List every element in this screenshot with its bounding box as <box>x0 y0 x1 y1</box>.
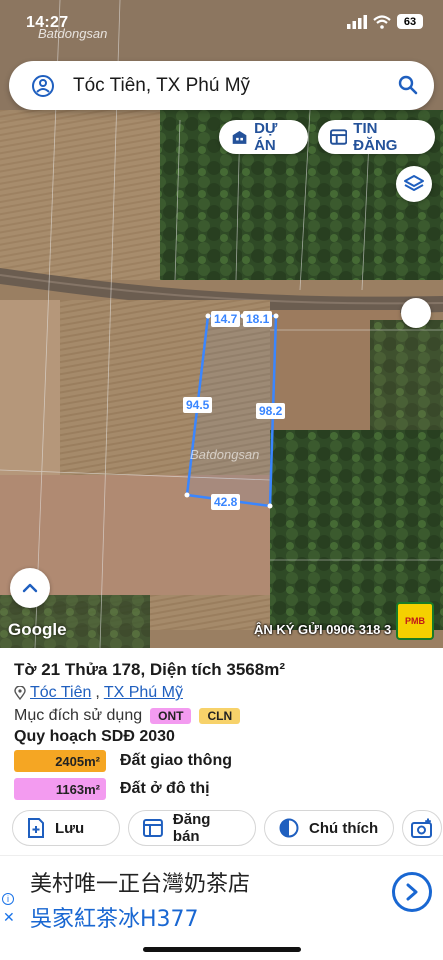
layers-icon <box>404 175 424 191</box>
expand-up-button[interactable] <box>10 568 50 608</box>
dimension-top-left: 14.7 <box>211 311 241 327</box>
legend-button[interactable]: Chú thích <box>264 810 394 846</box>
purpose-tag-ont: ONT <box>150 708 192 724</box>
signal-icon <box>347 14 367 29</box>
layers-button[interactable] <box>396 166 432 202</box>
watermark-center: Batdongsan <box>190 447 260 462</box>
parcel-title: Tờ 21 Thửa 178, Diện tích 3568m² <box>14 660 285 679</box>
listing-icon <box>143 819 163 837</box>
map-view[interactable]: Batdongsan Batdongsan 14:27 63 Tóc Tiên,… <box>0 0 443 648</box>
chevron-right-icon <box>406 883 418 901</box>
listing-icon <box>330 129 348 145</box>
plan-title: Quy hoạch SDĐ 2030 <box>14 728 175 745</box>
search-query[interactable]: Tóc Tiên, TX Phú Mỹ <box>73 75 250 97</box>
search-icon[interactable] <box>398 75 418 95</box>
parcel-location: Tóc Tiên , TX Phú Mỹ <box>14 684 183 702</box>
action-bar: Lưu Đăng bán Chú thích <box>12 810 442 846</box>
ad-info-icon[interactable]: i <box>2 893 14 905</box>
plan-area: 1163m² <box>14 778 106 800</box>
du-an-label: DỰ ÁN <box>254 120 278 154</box>
parcel-info-panel: Tờ 21 Thửa 178, Diện tích 3568m² Tóc Tiê… <box>0 648 443 960</box>
contact-overlay: ẬN KÝ GỬI 0906 318 3 <box>254 622 392 637</box>
dimension-bottom: 42.8 <box>211 494 241 510</box>
wifi-icon <box>373 14 391 29</box>
add-photo-button[interactable] <box>402 810 442 846</box>
dimension-right: 98.2 <box>256 403 286 419</box>
ad-subline[interactable]: 吳家紅茶冰H377 <box>30 901 199 933</box>
legend-label: Chú thích <box>309 819 379 837</box>
half-circle-icon <box>279 818 299 838</box>
add-document-icon <box>28 818 44 838</box>
building-icon <box>232 131 247 144</box>
ad-close-icon[interactable]: ✕ <box>3 909 15 926</box>
map-pin-icon <box>14 686 26 700</box>
status-time: 14:27 <box>26 14 69 31</box>
add-photo-icon <box>411 818 432 838</box>
plan-row: 1163m² Đất ở đô thị <box>14 778 210 800</box>
status-bar: 14:27 63 <box>0 0 443 44</box>
post-label: Đăng bán <box>172 811 211 845</box>
pmb-logo: PMB <box>396 602 434 640</box>
compass-button[interactable] <box>401 298 431 328</box>
plan-label: Đất giao thông <box>120 752 232 769</box>
ad-headline[interactable]: 美村唯一正台灣奶茶店 <box>30 866 250 898</box>
purpose-tag-cln: CLN <box>199 708 241 724</box>
chevron-up-icon <box>22 583 38 593</box>
home-indicator[interactable] <box>143 947 301 952</box>
save-button[interactable]: Lưu <box>12 810 120 846</box>
search-bar[interactable]: Tóc Tiên, TX Phú Mỹ <box>9 61 434 110</box>
location-town-link[interactable]: TX Phú Mỹ <box>104 684 183 702</box>
ad-next-button[interactable] <box>392 872 432 912</box>
post-for-sale-button[interactable]: Đăng bán <box>128 810 256 846</box>
location-separator: , <box>95 684 100 701</box>
plan-row: 2405m² Đất giao thông <box>14 750 232 772</box>
du-an-button[interactable]: DỰ ÁN <box>219 120 308 154</box>
tin-dang-button[interactable]: TIN ĐĂNG <box>318 120 435 154</box>
tin-dang-label: TIN ĐĂNG <box>353 120 398 154</box>
location-ward-link[interactable]: Tóc Tiên <box>30 684 91 702</box>
purpose-label: Mục đích sử dụng <box>14 707 143 724</box>
plan-label: Đất ở đô thị <box>120 780 210 797</box>
plan-area: 2405m² <box>14 750 106 772</box>
battery-icon: 63 <box>397 14 423 29</box>
land-use-purpose: Mục đích sử dụng ONT CLN <box>14 707 241 725</box>
ad-banner[interactable]: 美村唯一正台灣奶茶店 吳家紅茶冰H377 i ✕ <box>0 855 443 935</box>
save-label: Lưu <box>55 819 85 837</box>
google-logo: Google <box>8 620 67 639</box>
dimension-top-right: 18.1 <box>243 311 273 327</box>
dimension-left: 94.5 <box>183 397 213 413</box>
location-pin-icon <box>32 75 54 97</box>
